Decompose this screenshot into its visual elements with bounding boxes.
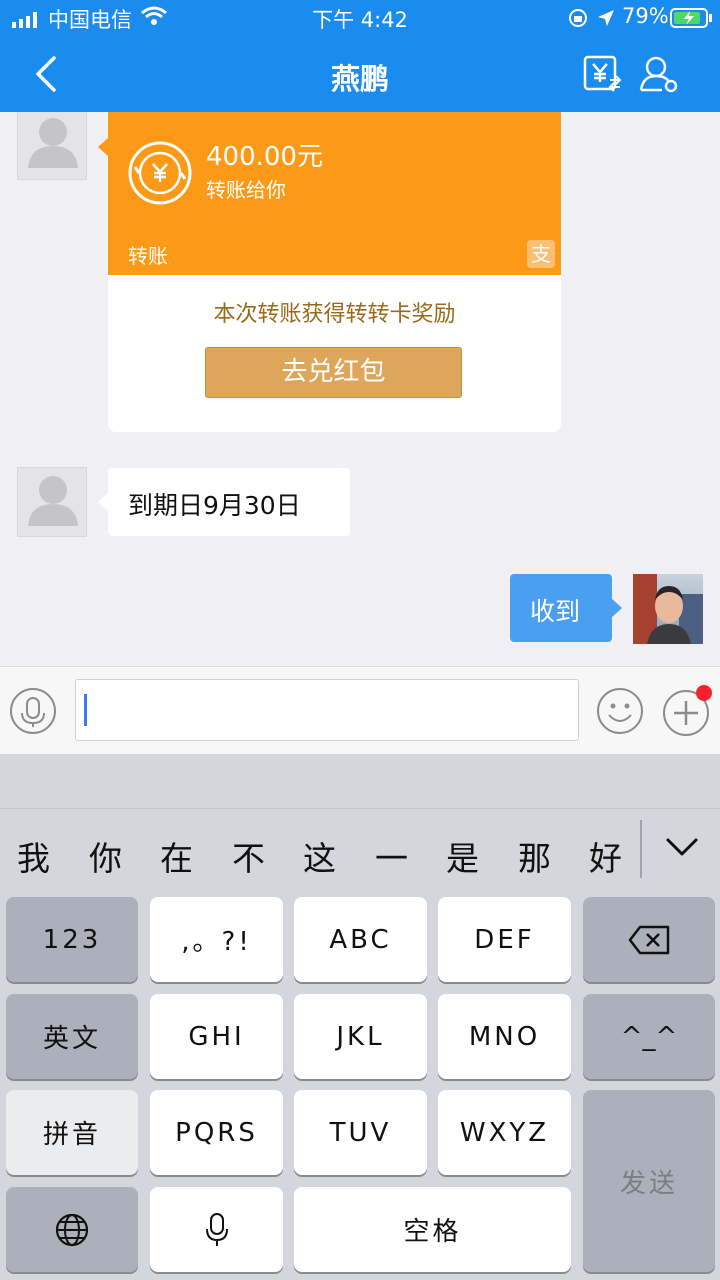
message-text: 到期日9月30日 [128,491,301,520]
key-123[interactable]: 123 [6,897,138,982]
delete-key[interactable] [583,897,715,982]
dictation-key[interactable] [150,1187,283,1272]
backspace-icon [628,925,670,954]
microphone-icon [10,688,56,734]
notification-dot [696,685,712,701]
bubble-tail [98,138,108,156]
location-icon [596,8,616,28]
microphone-icon [205,1212,228,1246]
transfer-card[interactable]: 400.00元 转账给你 转账 支 本次转账获得转转卡奖励 去兑红包 [108,112,561,432]
user-photo [633,574,703,644]
input-bar [0,666,720,755]
key-ghi[interactable]: GHI [150,994,283,1079]
message-bubble-sent[interactable]: 收到 [510,574,612,642]
candidate-word[interactable]: 你 [89,832,122,880]
send-key[interactable]: 发送 [583,1090,715,1272]
message-text: 收到 [530,597,581,626]
bubble-tail [98,493,108,511]
candidate-word[interactable]: 不 [232,832,265,880]
key-wxyz[interactable]: WXYZ [438,1090,571,1175]
yuan-transfer-circle-icon [128,141,192,205]
transfer-subtitle: 转账给你 [206,178,286,202]
candidate-word[interactable]: 一 [375,832,408,880]
key-abc[interactable]: ABC [294,897,427,982]
candidate-word[interactable]: 是 [446,832,479,880]
candidate-bar-divider [0,808,720,809]
key-mno[interactable]: MNO [438,994,571,1079]
more-button[interactable] [662,685,712,737]
key-pqrs[interactable]: PQRS [150,1090,283,1175]
text-cursor [84,694,87,726]
reward-text: 本次转账获得转转卡奖励 [213,302,456,327]
key-punctuation[interactable]: ,。?! [150,897,283,982]
emoji-button[interactable] [596,687,644,735]
sender-avatar[interactable] [17,467,87,537]
key-jkl[interactable]: JKL [294,994,427,1079]
transfer-card-header: 400.00元 转账给你 转账 支 [108,112,561,275]
sender-avatar[interactable] [17,112,87,180]
contact-profile-button[interactable] [638,54,680,94]
my-avatar[interactable] [633,574,703,644]
voice-button[interactable] [9,687,57,735]
candidate-word[interactable]: 我 [17,832,50,880]
yuan-transfer-icon [583,55,622,92]
chevron-down-icon [666,838,698,856]
smiley-icon [597,688,643,734]
battery-icon [670,8,714,28]
alipay-badge-icon: 支 [527,240,555,268]
globe-icon [55,1213,89,1246]
key-english[interactable]: 英文 [6,994,138,1079]
space-key[interactable]: 空格 [294,1187,571,1272]
key-pinyin[interactable]: 拼音 [6,1090,138,1175]
app-header: 中国电信 下午 4:42 79% 燕鹏 [0,0,720,112]
person-icon [639,56,678,93]
candidate-word[interactable]: 这 [303,832,336,880]
default-avatar-icon [28,118,78,168]
battery-percent: 79% [622,4,669,28]
redeem-button[interactable]: 去兑红包 [205,347,462,398]
transfer-amount: 400.00元 [206,142,323,172]
orientation-lock-icon [568,8,588,28]
transfer-button[interactable] [582,54,622,94]
message-input[interactable] [75,679,579,741]
bubble-tail [612,599,622,617]
transfer-type-label: 转账 [128,244,168,268]
key-def[interactable]: DEF [438,897,571,982]
candidate-divider [640,820,642,878]
candidate-word[interactable]: 那 [518,832,551,880]
candidate-word[interactable]: 好 [589,832,622,880]
message-bubble-received[interactable]: 到期日9月30日 [108,468,350,536]
candidate-word[interactable]: 在 [160,832,193,880]
key-tuv[interactable]: TUV [294,1090,427,1175]
default-avatar-icon [28,476,78,526]
key-emoticon[interactable]: ^_^ [583,994,715,1079]
expand-candidates-button[interactable] [662,832,702,864]
globe-key[interactable] [6,1187,138,1272]
